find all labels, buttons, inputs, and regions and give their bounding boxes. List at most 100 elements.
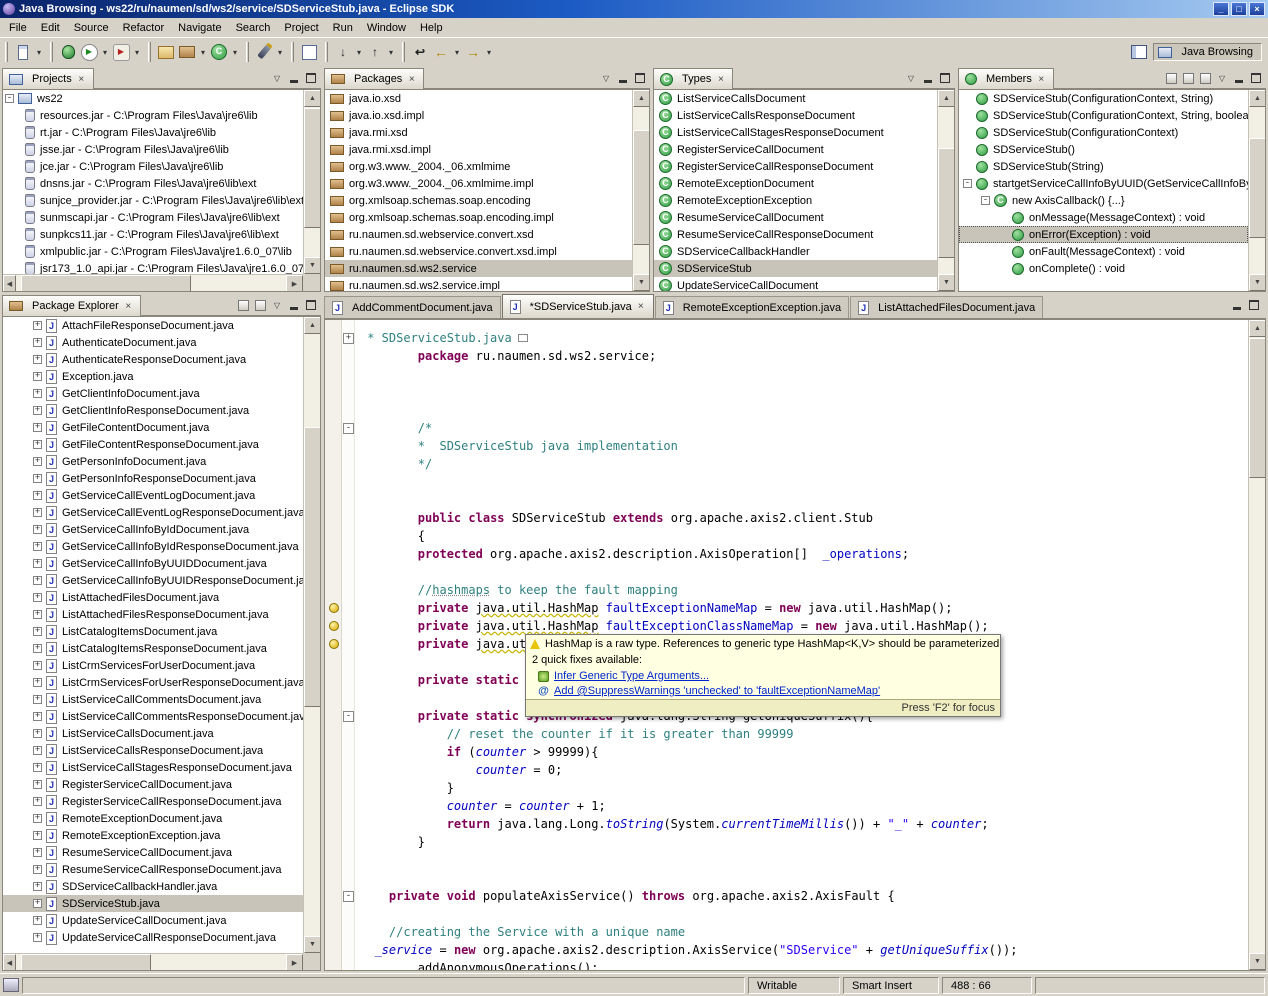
package-item[interactable]: java.io.xsd.impl xyxy=(325,107,632,124)
projects-tab[interactable]: Projects xyxy=(2,68,94,89)
sort-icon[interactable] xyxy=(1165,72,1177,84)
file-item[interactable]: +JResumeServiceCallResponseDocument.java xyxy=(3,861,303,878)
hide-static-members-icon[interactable] xyxy=(1199,72,1211,84)
menu-navigate[interactable]: Navigate xyxy=(171,20,228,36)
members-tree[interactable]: SDServiceStub(ConfigurationContext, Stri… xyxy=(959,90,1248,291)
member-item[interactable]: SDServiceStub() xyxy=(959,141,1248,158)
expand-icon[interactable]: + xyxy=(33,389,42,398)
type-item[interactable]: CSDServiceCallbackHandler xyxy=(654,243,937,260)
expand-icon[interactable]: + xyxy=(33,593,42,602)
projects-hscrollbar[interactable] xyxy=(3,274,303,291)
members-tab[interactable]: Members xyxy=(958,68,1054,89)
expand-icon[interactable]: + xyxy=(33,627,42,636)
editor-vscrollbar[interactable] xyxy=(1248,320,1265,970)
expand-icon[interactable]: + xyxy=(33,338,42,347)
packages-tree[interactable]: java.io.xsdjava.io.xsd.impljava.rmi.xsdj… xyxy=(325,90,632,291)
close-icon[interactable] xyxy=(123,301,134,312)
collapse-icon[interactable]: - xyxy=(963,179,972,188)
next-annotation-dropdown-icon[interactable]: ▾ xyxy=(354,42,364,62)
package-explorer-vscrollbar[interactable] xyxy=(303,317,320,953)
file-item[interactable]: +JListAttachedFilesResponseDocument.java xyxy=(3,606,303,623)
file-item[interactable]: +JGetPersonInfoDocument.java xyxy=(3,453,303,470)
toolbar-grip[interactable] xyxy=(148,42,151,62)
jar-item[interactable]: sunmscapi.jar - C:\Program Files\Java\jr… xyxy=(3,209,303,226)
forward-icon[interactable]: → xyxy=(463,42,483,62)
expand-icon[interactable]: + xyxy=(33,916,42,925)
collapsed-region-icon[interactable] xyxy=(518,334,528,342)
packages-tab[interactable]: Packages xyxy=(324,68,424,89)
file-item[interactable]: +JGetServiceCallInfoByIdDocument.java xyxy=(3,521,303,538)
file-item[interactable]: +JException.java xyxy=(3,368,303,385)
file-item[interactable]: +JGetServiceCallEventLogResponseDocument… xyxy=(3,504,303,521)
file-item[interactable]: +JSDServiceStub.java xyxy=(3,895,303,912)
scroll-down-icon[interactable] xyxy=(304,936,321,953)
minimize-icon[interactable] xyxy=(288,299,300,311)
file-item[interactable]: +JAttachFileResponseDocument.java xyxy=(3,317,303,334)
expand-icon[interactable]: + xyxy=(33,406,42,415)
forward-dropdown-icon[interactable]: ▾ xyxy=(484,42,494,62)
window-minimize-button[interactable] xyxy=(1213,2,1229,16)
expand-icon[interactable]: + xyxy=(33,933,42,942)
scroll-thumb[interactable] xyxy=(304,427,321,707)
run-dropdown-icon[interactable]: ▾ xyxy=(100,42,110,62)
file-item[interactable]: +JGetServiceCallInfoByUUIDResponseDocume… xyxy=(3,572,303,589)
expand-icon[interactable]: + xyxy=(33,695,42,704)
package-item[interactable]: java.io.xsd xyxy=(325,90,632,107)
scroll-up-icon[interactable] xyxy=(1249,320,1266,337)
file-item[interactable]: +JGetFileContentDocument.java xyxy=(3,419,303,436)
types-vscrollbar[interactable] xyxy=(937,90,954,291)
file-item[interactable]: +JListServiceCallsResponseDocument.java xyxy=(3,742,303,759)
file-item[interactable]: +JUpdateServiceCallDocument.java xyxy=(3,912,303,929)
collapse-icon[interactable]: - xyxy=(981,196,990,205)
scroll-down-icon[interactable] xyxy=(633,274,650,291)
member-item[interactable]: onComplete() : void xyxy=(959,260,1248,277)
expand-icon[interactable]: + xyxy=(33,440,42,449)
toolbar-grip[interactable] xyxy=(402,42,405,62)
member-item[interactable]: onMessage(MessageContext) : void xyxy=(959,209,1248,226)
expand-icon[interactable]: + xyxy=(33,797,42,806)
package-item[interactable]: ru.naumen.sd.webservice.convert.xsd.impl xyxy=(325,243,632,260)
maximize-icon[interactable] xyxy=(1250,72,1262,84)
type-item[interactable]: CRemoteExceptionDocument xyxy=(654,175,937,192)
scroll-thumb[interactable] xyxy=(938,148,955,258)
expand-icon[interactable]: + xyxy=(33,508,42,517)
file-item[interactable]: +JListServiceCallsDocument.java xyxy=(3,725,303,742)
file-item[interactable]: +JGetServiceCallInfoByIdResponseDocument… xyxy=(3,538,303,555)
view-menu-icon[interactable] xyxy=(271,72,283,84)
expand-icon[interactable]: + xyxy=(33,355,42,364)
editor-tab[interactable]: JListAttachedFilesDocument.java xyxy=(850,296,1043,318)
new-package-dropdown-icon[interactable]: ▾ xyxy=(198,42,208,62)
types-tab[interactable]: C Types xyxy=(653,68,733,89)
jar-item[interactable]: rt.jar - C:\Program Files\Java\jre6\lib xyxy=(3,124,303,141)
scroll-thumb[interactable] xyxy=(633,130,650,245)
package-item[interactable]: org.xmlsoap.schemas.soap.encoding.impl xyxy=(325,209,632,226)
package-item[interactable]: ru.naumen.sd.ws2.service.impl xyxy=(325,277,632,291)
type-item[interactable]: CRemoteExceptionException xyxy=(654,192,937,209)
expand-icon[interactable]: + xyxy=(33,780,42,789)
last-edit-location-icon[interactable]: ↩ xyxy=(410,42,430,62)
scroll-right-icon[interactable] xyxy=(286,275,303,292)
quickfix-link[interactable]: Infer Generic Type Arguments... xyxy=(554,670,709,682)
close-icon[interactable] xyxy=(76,74,87,85)
package-explorer-tab[interactable]: Package Explorer xyxy=(2,295,141,316)
expand-icon[interactable]: + xyxy=(33,491,42,500)
minimize-icon[interactable] xyxy=(922,72,934,84)
back-dropdown-icon[interactable]: ▾ xyxy=(452,42,462,62)
run-icon[interactable] xyxy=(79,42,99,62)
external-tools-icon[interactable] xyxy=(111,42,131,62)
scroll-up-icon[interactable] xyxy=(633,90,650,107)
close-icon[interactable] xyxy=(1036,74,1047,85)
editor-tab[interactable]: JAddCommentDocument.java xyxy=(324,296,501,318)
file-item[interactable]: +JGetClientInfoResponseDocument.java xyxy=(3,402,303,419)
scroll-down-icon[interactable] xyxy=(1249,953,1266,970)
fold-collapse-icon[interactable]: - xyxy=(343,891,354,902)
project-root[interactable]: -ws22 xyxy=(3,90,303,107)
expand-icon[interactable]: + xyxy=(33,610,42,619)
quickfix-link[interactable]: Add @SuppressWarnings 'unchecked' to 'fa… xyxy=(554,685,880,697)
scroll-thumb[interactable] xyxy=(21,275,191,292)
file-item[interactable]: +JAuthenticateDocument.java xyxy=(3,334,303,351)
jar-item[interactable]: sunjce_provider.jar - C:\Program Files\J… xyxy=(3,192,303,209)
view-menu-icon[interactable] xyxy=(905,72,917,84)
type-item[interactable]: CListServiceCallsDocument xyxy=(654,90,937,107)
file-item[interactable]: +JListAttachedFilesDocument.java xyxy=(3,589,303,606)
